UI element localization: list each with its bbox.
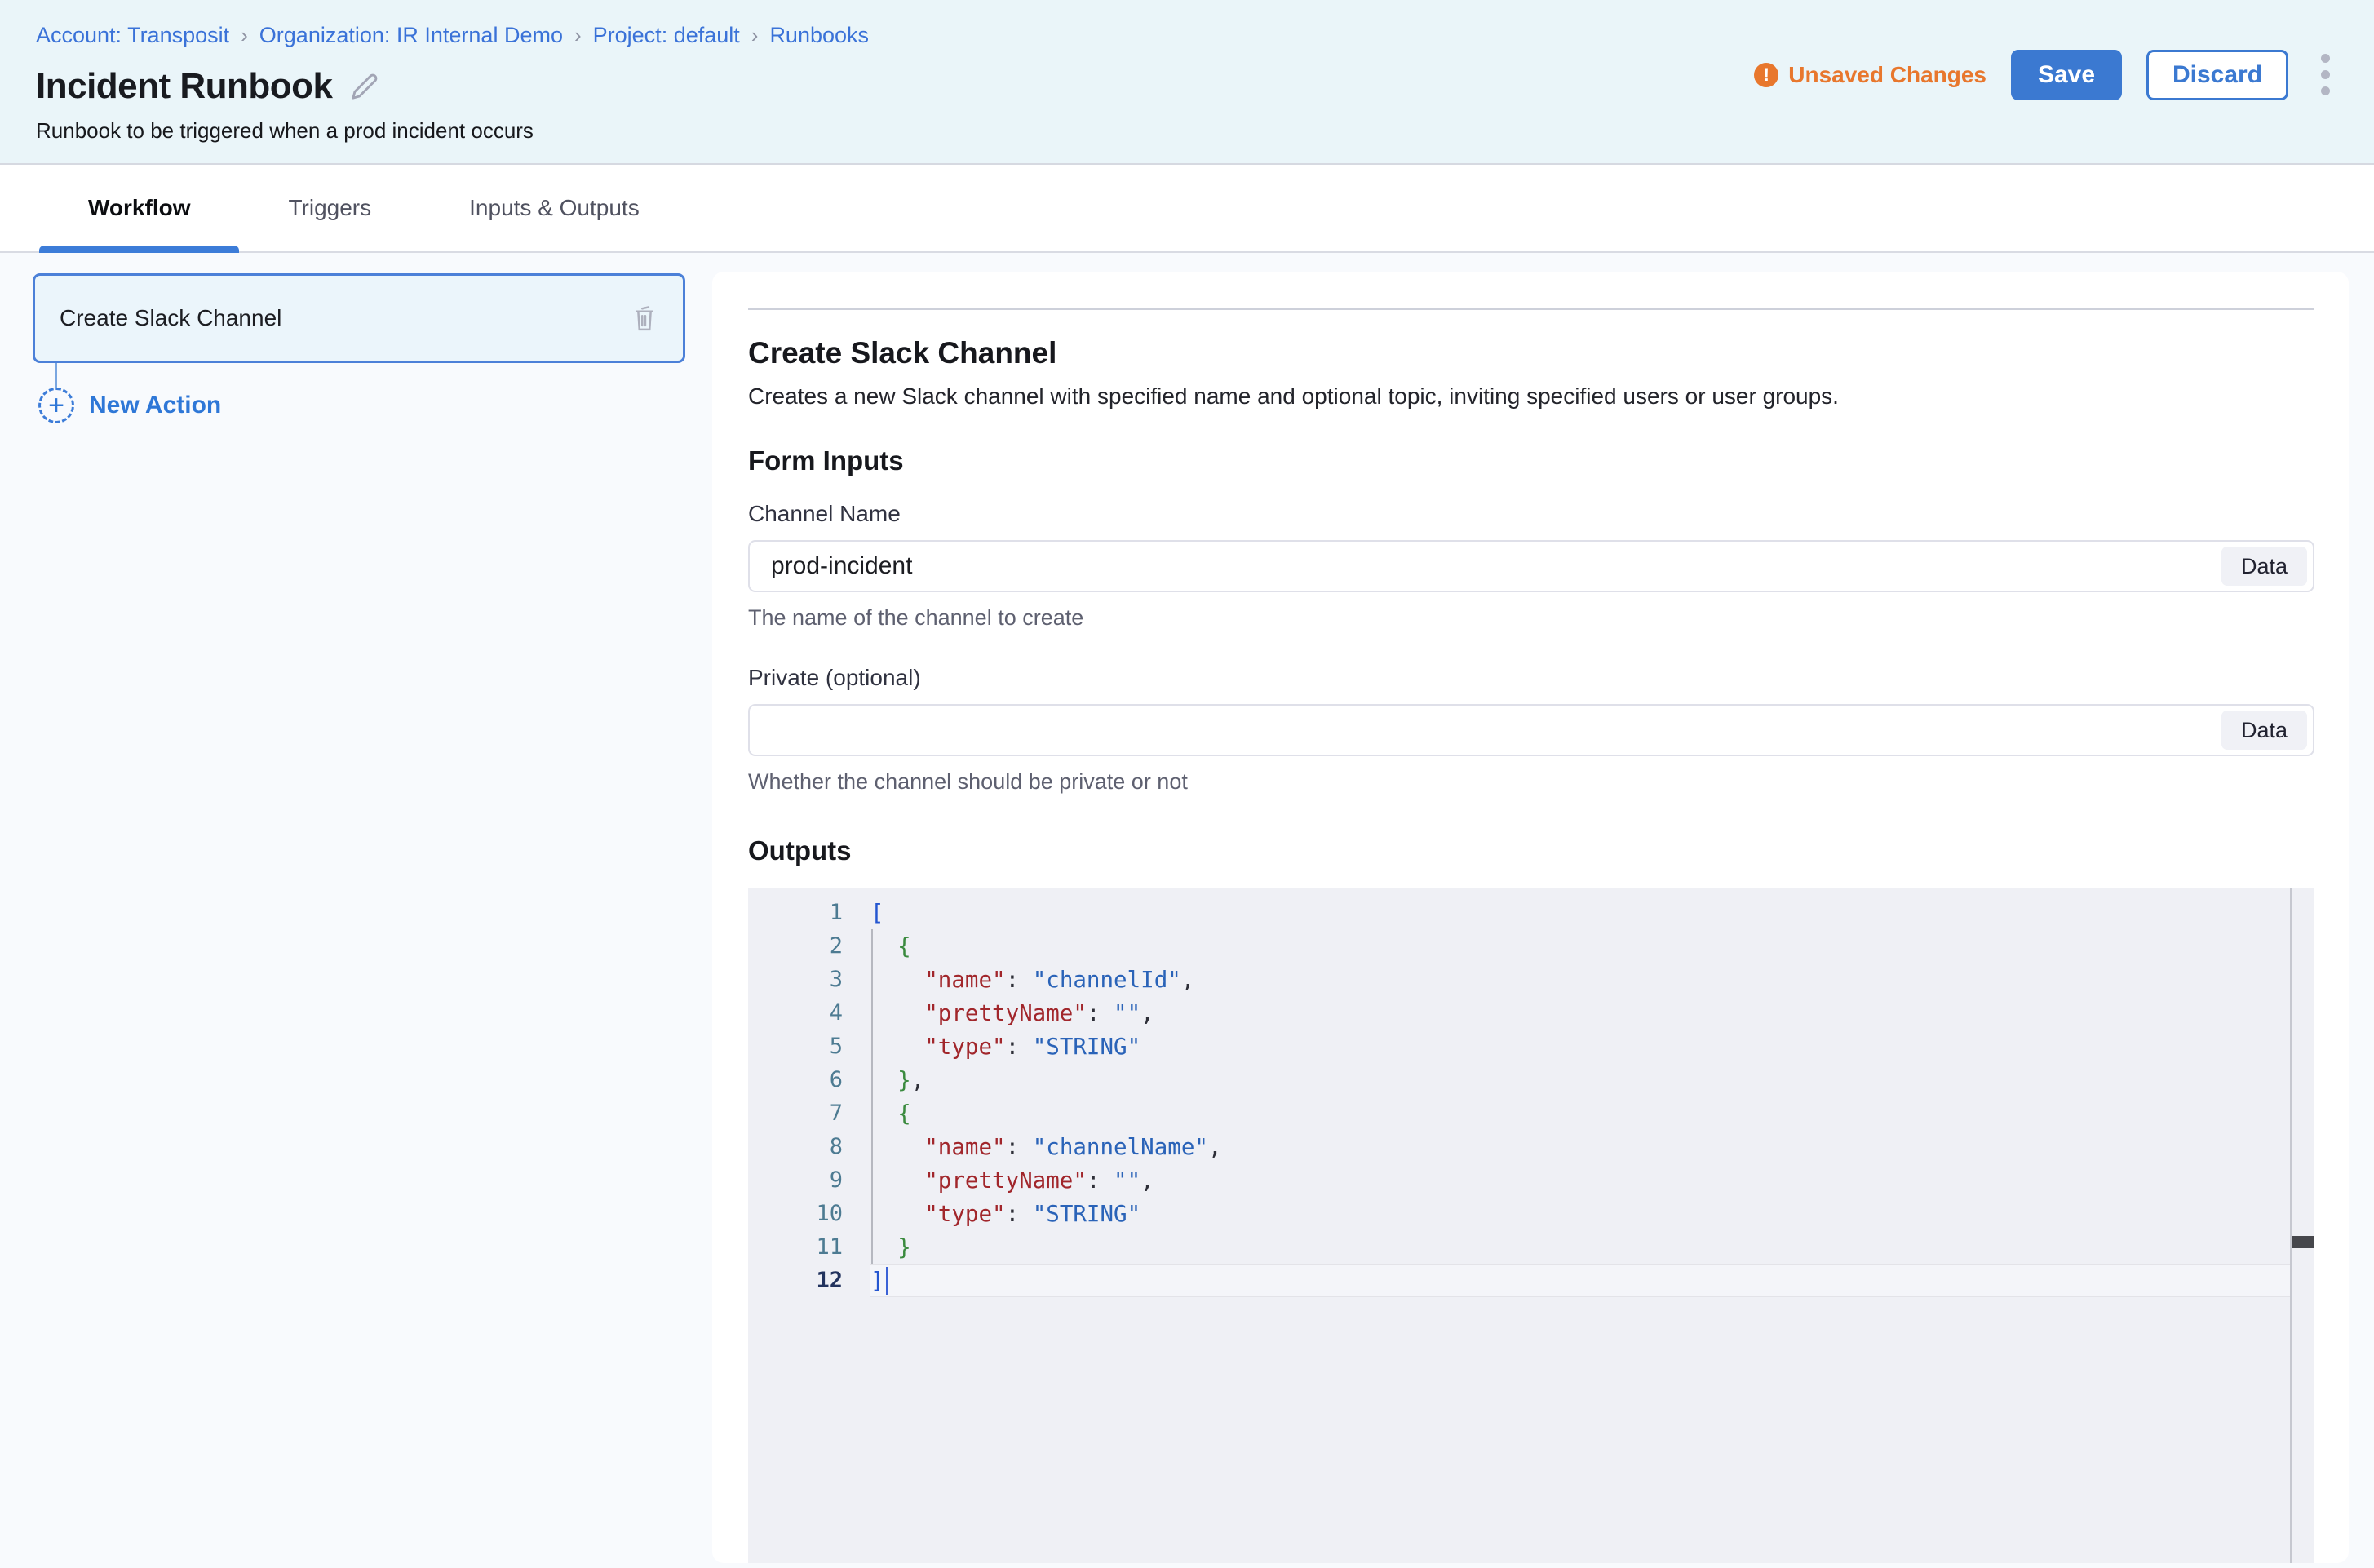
page-title: Incident Runbook bbox=[36, 66, 333, 107]
new-action-label: New Action bbox=[89, 392, 221, 419]
breadcrumb-runbooks-link[interactable]: Runbooks bbox=[769, 23, 869, 48]
line-number: 7 bbox=[748, 1101, 870, 1126]
tab-inputs-outputs[interactable]: Inputs & Outputs bbox=[420, 165, 689, 251]
detail-top-divider bbox=[748, 308, 2314, 310]
line-number: 11 bbox=[748, 1234, 870, 1260]
code-line[interactable]: 8 "name": "channelName", bbox=[748, 1130, 2314, 1163]
action-detail-description: Creates a new Slack channel with specifi… bbox=[748, 383, 2314, 410]
plus-icon: + bbox=[38, 388, 74, 423]
code-line-content: "type": "STRING" bbox=[870, 1197, 2314, 1230]
tab-triggers[interactable]: Triggers bbox=[239, 165, 420, 251]
code-line[interactable]: 3 "name": "channelId", bbox=[748, 963, 2314, 996]
private-input[interactable] bbox=[748, 704, 2314, 756]
code-line[interactable]: 4 "prettyName": "", bbox=[748, 996, 2314, 1030]
save-button[interactable]: Save bbox=[2011, 50, 2122, 100]
code-line[interactable]: 10 "type": "STRING" bbox=[748, 1197, 2314, 1230]
unsaved-changes-badge: ! Unsaved Changes bbox=[1754, 62, 1986, 88]
tab-workflow[interactable]: Workflow bbox=[39, 165, 239, 251]
workflow-action-card[interactable]: Create Slack Channel bbox=[33, 273, 685, 363]
code-line-content: } bbox=[870, 1230, 2314, 1264]
line-number: 2 bbox=[748, 933, 870, 959]
private-helper: Whether the channel should be private or… bbox=[748, 769, 2314, 795]
edit-title-icon[interactable] bbox=[351, 73, 379, 100]
tab-bar: Workflow Triggers Inputs & Outputs bbox=[0, 165, 2374, 253]
code-line[interactable]: 12] bbox=[748, 1264, 2314, 1297]
outputs-heading: Outputs bbox=[748, 835, 2314, 866]
code-line-content: "prettyName": "", bbox=[870, 1163, 2314, 1197]
editor-scrollbar-track bbox=[2290, 888, 2292, 1563]
action-card-label: Create Slack Channel bbox=[60, 305, 631, 331]
channel-name-data-button[interactable]: Data bbox=[2221, 547, 2307, 586]
code-line-content: { bbox=[870, 929, 2314, 963]
line-number: 1 bbox=[748, 900, 870, 925]
breadcrumb-separator: › bbox=[241, 23, 248, 48]
text-cursor bbox=[886, 1267, 888, 1295]
line-number: 12 bbox=[748, 1268, 870, 1293]
editor-scrollbar-cursor-marker[interactable] bbox=[2292, 1236, 2314, 1248]
private-label: Private (optional) bbox=[748, 665, 2314, 691]
code-line-content: ] bbox=[870, 1264, 2290, 1297]
code-line-content: { bbox=[870, 1096, 2314, 1130]
workflow-connector-line bbox=[55, 363, 57, 388]
tab-workflow-label: Workflow bbox=[88, 195, 190, 221]
form-inputs-heading: Form Inputs bbox=[748, 445, 2314, 476]
code-editor-lines: 1[2 {3 "name": "channelId",4 "prettyName… bbox=[748, 888, 2314, 1297]
channel-name-field: Channel Name Data The name of the channe… bbox=[748, 501, 2314, 631]
breadcrumb-separator: › bbox=[574, 23, 582, 48]
active-tab-indicator bbox=[39, 246, 239, 253]
line-number: 6 bbox=[748, 1067, 870, 1092]
code-line[interactable]: 11 } bbox=[748, 1230, 2314, 1264]
channel-name-input[interactable] bbox=[748, 540, 2314, 592]
workflow-steps-panel: Create Slack Channel + New Action bbox=[0, 253, 712, 1566]
code-line[interactable]: 7 { bbox=[748, 1096, 2314, 1130]
channel-name-label: Channel Name bbox=[748, 501, 2314, 527]
private-field: Private (optional) Data Whether the chan… bbox=[748, 665, 2314, 795]
warning-icon: ! bbox=[1754, 63, 1778, 87]
tab-triggers-label: Triggers bbox=[288, 195, 371, 221]
unsaved-changes-label: Unsaved Changes bbox=[1788, 62, 1986, 88]
breadcrumb: Account: Transposit › Organization: IR I… bbox=[36, 23, 2338, 48]
breadcrumb-account-link[interactable]: Account: Transposit bbox=[36, 23, 229, 48]
channel-name-helper: The name of the channel to create bbox=[748, 605, 2314, 631]
code-line-content: "name": "channelName", bbox=[870, 1130, 2314, 1163]
code-line[interactable]: 6 }, bbox=[748, 1063, 2314, 1096]
code-line[interactable]: 5 "type": "STRING" bbox=[748, 1030, 2314, 1063]
line-number: 8 bbox=[748, 1134, 870, 1159]
page-header: Account: Transposit › Organization: IR I… bbox=[0, 0, 2374, 163]
tab-inputs-outputs-label: Inputs & Outputs bbox=[469, 195, 640, 221]
breadcrumb-organization-link[interactable]: Organization: IR Internal Demo bbox=[259, 23, 563, 48]
code-line[interactable]: 2 { bbox=[748, 929, 2314, 963]
breadcrumb-separator: › bbox=[751, 23, 759, 48]
action-detail-title: Create Slack Channel bbox=[748, 336, 2314, 370]
new-action-button[interactable]: + New Action bbox=[38, 388, 712, 423]
private-data-button[interactable]: Data bbox=[2221, 711, 2307, 750]
code-line-content: [ bbox=[870, 896, 2314, 929]
line-number: 4 bbox=[748, 1000, 870, 1025]
action-detail-panel: Create Slack Channel Creates a new Slack… bbox=[712, 272, 2349, 1563]
code-line[interactable]: 1[ bbox=[748, 896, 2314, 929]
discard-button[interactable]: Discard bbox=[2146, 50, 2288, 100]
delete-action-button[interactable] bbox=[631, 303, 658, 333]
line-number: 3 bbox=[748, 967, 870, 992]
page-subtitle: Runbook to be triggered when a prod inci… bbox=[36, 118, 2338, 144]
line-number: 5 bbox=[748, 1034, 870, 1059]
code-line[interactable]: 9 "prettyName": "", bbox=[748, 1163, 2314, 1197]
line-number: 9 bbox=[748, 1167, 870, 1193]
breadcrumb-project-link[interactable]: Project: default bbox=[593, 23, 740, 48]
code-line-content: "prettyName": "", bbox=[870, 996, 2314, 1030]
more-options-button[interactable] bbox=[2313, 47, 2338, 102]
bracket-indent-guide bbox=[871, 929, 873, 1264]
code-line-content: }, bbox=[870, 1063, 2314, 1096]
line-number: 10 bbox=[748, 1201, 870, 1226]
outputs-code-editor[interactable]: 1[2 {3 "name": "channelId",4 "prettyName… bbox=[748, 888, 2314, 1563]
code-line-content: "type": "STRING" bbox=[870, 1030, 2314, 1063]
code-line-content: "name": "channelId", bbox=[870, 963, 2314, 996]
